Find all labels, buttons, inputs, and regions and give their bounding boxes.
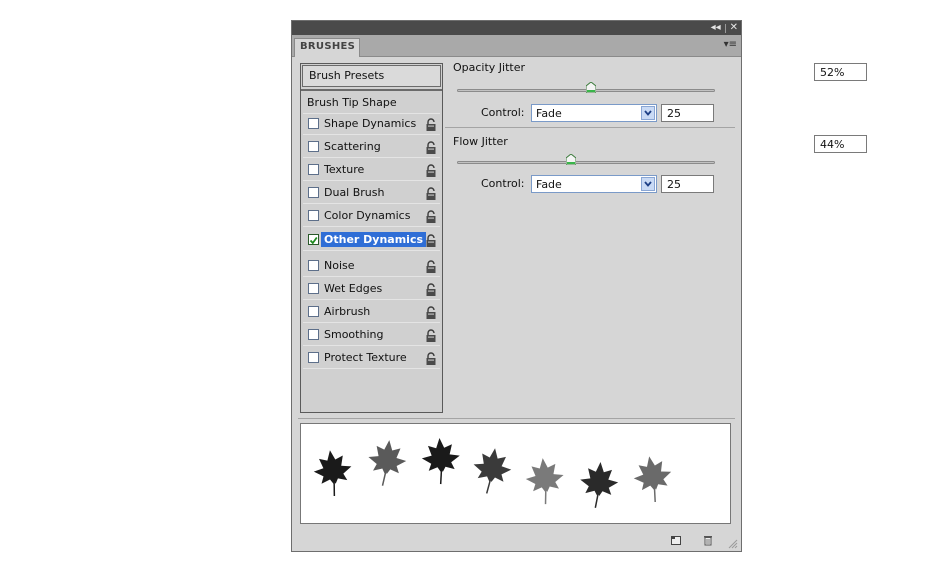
opacity-control-select[interactable]: Fade xyxy=(531,104,657,122)
stroke-preview-canvas xyxy=(313,438,672,508)
new-brush-icon[interactable] xyxy=(670,534,682,546)
close-icon[interactable]: ✕ xyxy=(730,21,738,35)
brush-tip-shape-label: Brush Tip Shape xyxy=(307,96,397,109)
panel-titlebar: ◂◂ ✕ xyxy=(292,21,741,35)
leaf-brush-stamp xyxy=(633,456,672,503)
leaf-brush-stamp xyxy=(473,448,512,494)
option-row[interactable]: Other Dynamics xyxy=(303,230,440,251)
option-label: Noise xyxy=(324,258,355,272)
option-checkbox[interactable] xyxy=(308,328,319,340)
option-row[interactable]: Noise xyxy=(303,256,440,277)
option-label: Color Dynamics xyxy=(324,209,411,223)
settings-area: Opacity Jitter 52% Control: Fade 25 Flow… xyxy=(445,59,867,429)
option-row[interactable]: Wet Edges xyxy=(303,279,440,300)
titlebar-divider xyxy=(724,23,726,33)
option-checkbox[interactable] xyxy=(308,305,319,317)
flow-jitter-label: Flow Jitter xyxy=(453,135,508,148)
tab-row: BRUSHES ▾≡ xyxy=(292,35,741,57)
leaf-brush-stamp xyxy=(525,458,564,505)
tab-brushes[interactable]: BRUSHES xyxy=(294,38,360,57)
option-checkbox[interactable] xyxy=(308,352,319,363)
flow-jitter-field[interactable]: 44% xyxy=(814,135,867,153)
option-row[interactable]: Protect Texture xyxy=(303,348,440,369)
flow-control-value: Fade xyxy=(536,178,562,191)
panel-menu-icon[interactable]: ▾≡ xyxy=(724,39,737,50)
preview-divider xyxy=(298,418,735,419)
flow-jitter-slider-thumb[interactable] xyxy=(565,154,576,165)
section-divider xyxy=(445,127,735,128)
option-row[interactable]: Scattering xyxy=(303,137,440,159)
opacity-control-label: Control: xyxy=(481,106,525,119)
flow-control-label: Control: xyxy=(481,177,525,190)
leaf-brush-stamp xyxy=(368,440,407,486)
option-label: Scattering xyxy=(324,140,381,154)
panel-footer xyxy=(292,531,741,551)
flow-jitter-slider[interactable] xyxy=(457,161,715,164)
option-checkbox[interactable] xyxy=(308,118,319,129)
trash-icon[interactable] xyxy=(702,534,714,546)
brush-tip-shape-item[interactable]: Brush Tip Shape xyxy=(303,93,440,114)
leaf-brush-stamp xyxy=(313,450,352,497)
option-label: Protect Texture xyxy=(324,351,407,364)
option-row[interactable]: Texture xyxy=(303,160,440,182)
option-checkbox[interactable] xyxy=(308,282,319,294)
option-row[interactable]: Color Dynamics xyxy=(303,206,440,228)
flow-control-select[interactable]: Fade xyxy=(531,175,657,193)
option-label: Airbrush xyxy=(324,304,371,318)
option-checkbox[interactable] xyxy=(308,210,319,222)
option-row[interactable]: Smoothing xyxy=(303,325,440,346)
option-label: Other Dynamics xyxy=(321,231,427,247)
option-checkbox[interactable] xyxy=(308,259,319,271)
opacity-jitter-field[interactable]: 52% xyxy=(814,63,867,81)
resize-grip-icon[interactable] xyxy=(726,537,738,549)
chevron-down-icon[interactable] xyxy=(641,177,655,191)
option-checkbox[interactable] xyxy=(308,187,319,199)
flow-fade-steps-field[interactable]: 25 xyxy=(661,175,714,193)
option-label: Smoothing xyxy=(324,327,384,341)
opacity-fade-steps-field[interactable]: 25 xyxy=(661,104,714,122)
list-divider xyxy=(301,89,442,91)
option-row[interactable]: Airbrush xyxy=(303,302,440,323)
option-checkbox[interactable] xyxy=(308,164,319,176)
opacity-control-value: Fade xyxy=(536,107,562,120)
option-row[interactable]: Dual Brush xyxy=(303,183,440,205)
collapse-panel-icon[interactable]: ◂◂ xyxy=(711,21,721,35)
option-label: Shape Dynamics xyxy=(324,117,417,130)
brush-presets-button[interactable]: Brush Presets xyxy=(302,65,441,87)
opacity-jitter-label: Opacity Jitter xyxy=(453,61,526,74)
brushes-panel: ◂◂ ✕ BRUSHES ▾≡ Brush Presets Brush Tip … xyxy=(291,20,867,552)
option-checkbox[interactable] xyxy=(308,141,319,153)
option-checkbox[interactable] xyxy=(308,233,319,245)
leaf-brush-stamp xyxy=(421,438,460,485)
option-label: Wet Edges xyxy=(324,281,383,295)
option-row[interactable]: Shape Dynamics xyxy=(303,114,440,135)
opacity-jitter-slider-thumb[interactable] xyxy=(586,82,597,93)
brush-options-list: Brush Presets Brush Tip Shape Shape Dyna… xyxy=(300,63,443,413)
option-label: Texture xyxy=(324,163,365,177)
chevron-down-icon[interactable] xyxy=(641,106,655,120)
option-label: Dual Brush xyxy=(324,186,385,200)
leaf-brush-stamp xyxy=(580,462,619,508)
stroke-preview xyxy=(300,423,731,524)
